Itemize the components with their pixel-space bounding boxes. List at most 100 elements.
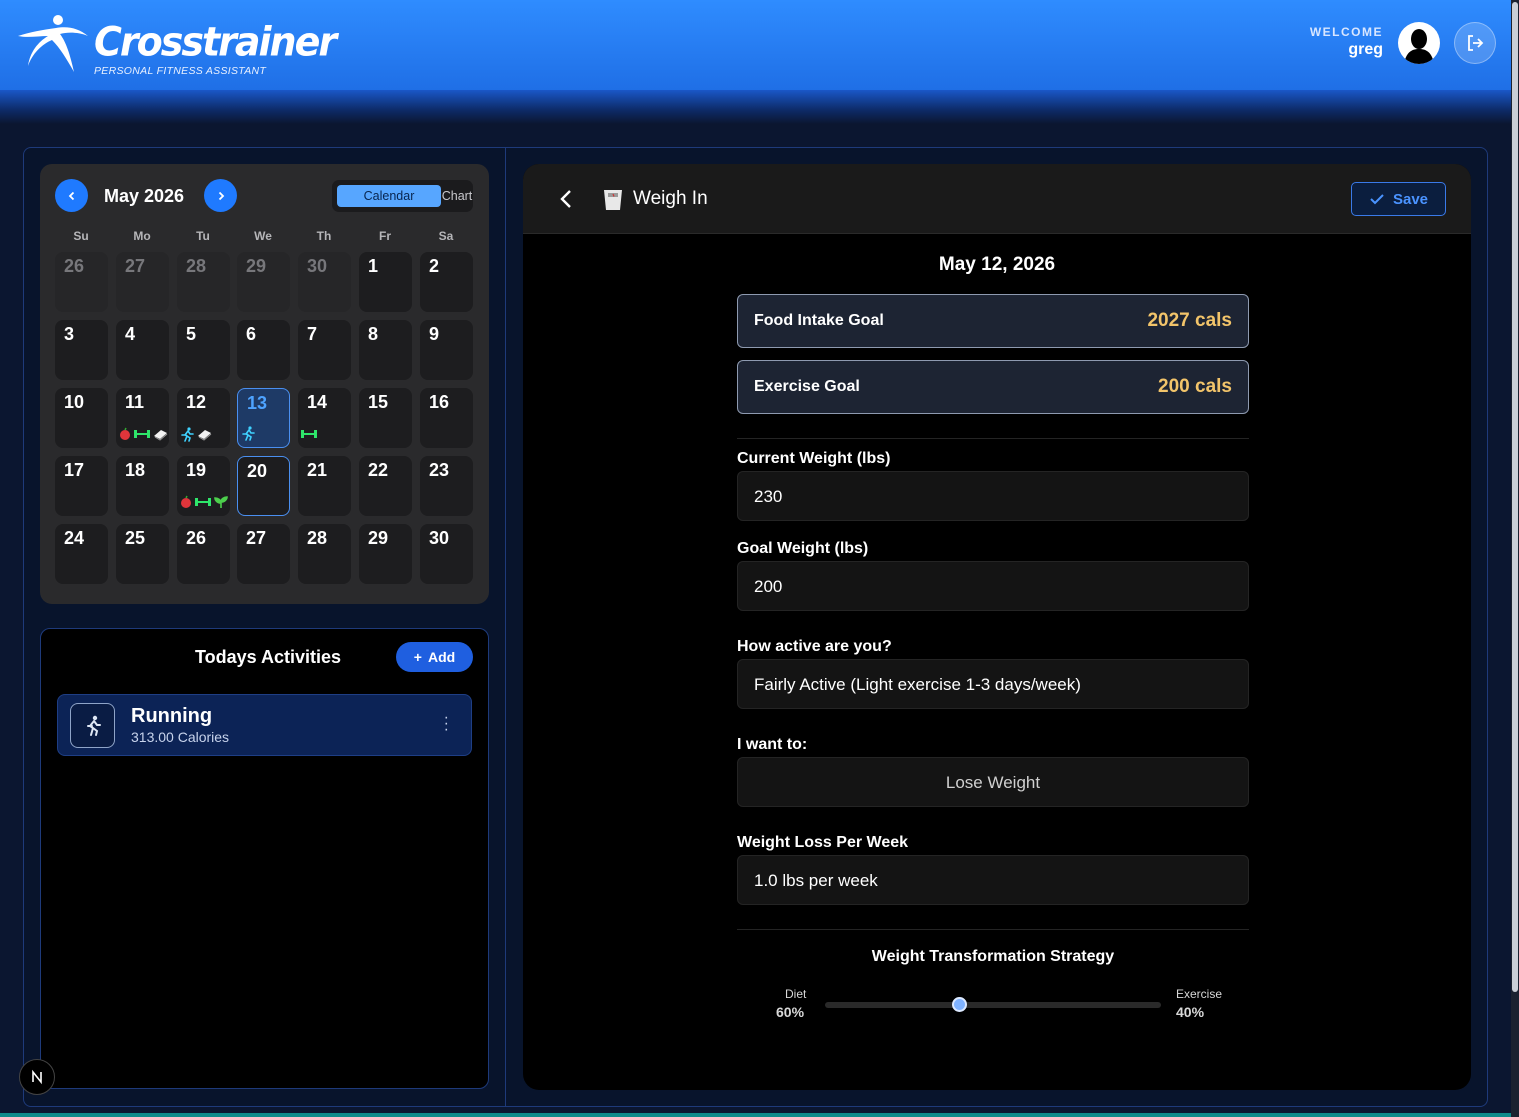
activity-item[interactable]: Running 313.00 Calories · · · [57, 694, 472, 756]
plus-icon: + [413, 649, 422, 665]
exercise-percent: 40% [1176, 1004, 1205, 1020]
calendar-day[interactable]: 25 [116, 524, 169, 584]
calendar-day[interactable]: 9 [420, 320, 473, 380]
exercise-goal-value: 200 cals [1158, 376, 1232, 397]
calendar-day[interactable]: 12 [177, 388, 230, 448]
view-toggle: Calendar Chart [332, 180, 473, 212]
calendar-day[interactable]: 22 [359, 456, 412, 516]
avatar[interactable] [1398, 22, 1440, 64]
tab-chart[interactable]: Chart [442, 185, 473, 207]
calendar-day[interactable]: 2 [420, 252, 473, 312]
scrollbar-thumb[interactable] [1512, 2, 1518, 992]
todays-activities-card: Todays Activities + Add Running 313.00 C… [40, 628, 489, 1089]
day-number: 29 [246, 256, 267, 276]
exercise-goal-label: Exercise Goal [754, 378, 860, 395]
apple-icon [179, 495, 193, 514]
strategy-title: Weight Transformation Strategy [871, 948, 1115, 965]
calendar-day[interactable]: 11 [116, 388, 169, 448]
weigh-in-date: May 12, 2026 [938, 254, 1056, 275]
section-divider [737, 929, 1249, 930]
back-button[interactable] [557, 188, 577, 215]
calendar-day[interactable]: 15 [359, 388, 412, 448]
n-logo-icon [32, 1069, 42, 1085]
scale-icon [152, 427, 168, 446]
day-number: 21 [307, 460, 328, 480]
next-month-button[interactable] [204, 179, 237, 212]
calendar-day[interactable]: 26 [55, 252, 108, 312]
calendar-day[interactable]: 3 [55, 320, 108, 380]
day-activity-icons [300, 428, 318, 444]
calendar-day[interactable]: 1 [359, 252, 412, 312]
chevron-left-icon [560, 190, 571, 208]
brand-name: Crosstrainer [94, 18, 337, 66]
page-scrollbar[interactable] [1511, 0, 1519, 1117]
logout-button[interactable] [1454, 22, 1496, 64]
dev-badge[interactable] [19, 1059, 55, 1095]
day-number: 4 [125, 324, 136, 344]
goal-direction-value: Lose Weight [945, 773, 1041, 792]
prev-month-button[interactable] [55, 179, 88, 212]
runner-icon [240, 425, 256, 446]
calendar-day[interactable]: 24 [55, 524, 108, 584]
day-number: 29 [368, 528, 389, 548]
strategy-slider-track[interactable] [825, 1002, 1161, 1008]
day-number: 17 [64, 460, 85, 480]
exercise-goal: Exercise Goal 200 cals [737, 360, 1249, 414]
goal-weight-input[interactable]: 200 [737, 561, 1249, 611]
add-button-label: Add [427, 649, 456, 665]
goal-weight-label: Goal Weight (lbs) [737, 540, 869, 557]
calendar-day[interactable]: 16 [420, 388, 473, 448]
more-options-icon[interactable]: · · · [444, 710, 449, 738]
calendar-day[interactable]: 14 [298, 388, 351, 448]
column-divider [505, 148, 506, 1106]
loss-rate-value: 1.0 lbs per week [754, 871, 878, 890]
calendar-day[interactable]: 28 [177, 252, 230, 312]
add-activity-button[interactable]: + Add [396, 642, 473, 672]
strategy-slider-thumb[interactable] [951, 997, 967, 1012]
calendar-day[interactable]: 21 [298, 456, 351, 516]
goal-direction-select[interactable]: Lose Weight [737, 757, 1249, 807]
calendar-day[interactable]: 23 [420, 456, 473, 516]
calendar-day[interactable]: 28 [298, 524, 351, 584]
calendar-day[interactable]: 13 [237, 388, 290, 448]
brand-logo[interactable]: Crosstrainer PERSONAL FITNESS ASSISTANT [16, 14, 337, 78]
activity-level-select[interactable]: Fairly Active (Light exercise 1-3 days/w… [737, 659, 1249, 709]
calendar-day[interactable]: 10 [55, 388, 108, 448]
save-button[interactable]: Save [1351, 182, 1446, 216]
panel-header: Weigh In Save [523, 164, 1471, 234]
diet-percent: 60% [776, 1004, 805, 1020]
day-number: 28 [307, 528, 328, 548]
calendar-day[interactable]: 18 [116, 456, 169, 516]
day-number: 7 [307, 324, 318, 344]
calendar-day[interactable]: 26 [177, 524, 230, 584]
day-number: 30 [429, 528, 450, 548]
calendar-day[interactable]: 19 [177, 456, 230, 516]
calendar-day[interactable]: 30 [298, 252, 351, 312]
day-activity-icons [179, 426, 212, 444]
activity-level-value: Fairly Active (Light exercise 1-3 days/w… [754, 675, 1081, 694]
calendar-day[interactable]: 27 [116, 252, 169, 312]
calendar-month-label: May 2026 [104, 186, 185, 206]
calendar-day[interactable]: 29 [237, 252, 290, 312]
calendar-day[interactable]: 17 [55, 456, 108, 516]
day-number: 3 [64, 324, 75, 344]
weekday-label: Tu [196, 229, 210, 243]
current-weight-input[interactable]: 230 [737, 471, 1249, 521]
calendar-day[interactable]: 7 [298, 320, 351, 380]
calendar-day[interactable]: 8 [359, 320, 412, 380]
dumbbell-icon [133, 427, 151, 446]
calendar-day[interactable]: 27 [237, 524, 290, 584]
calendar-day[interactable]: 29 [359, 524, 412, 584]
weekday-label: Sa [438, 229, 454, 243]
calendar-day[interactable]: 20 [237, 456, 290, 516]
username: greg [1348, 41, 1383, 58]
tab-calendar[interactable]: Calendar [337, 185, 441, 207]
calendar-day[interactable]: 4 [116, 320, 169, 380]
food-goal-label: Food Intake Goal [754, 312, 884, 329]
loss-rate-select[interactable]: 1.0 lbs per week [737, 855, 1249, 905]
calendar-day[interactable]: 5 [177, 320, 230, 380]
calendar-day[interactable]: 6 [237, 320, 290, 380]
calendar-day[interactable]: 30 [420, 524, 473, 584]
scale-icon [601, 186, 625, 217]
check-icon [1370, 194, 1384, 205]
